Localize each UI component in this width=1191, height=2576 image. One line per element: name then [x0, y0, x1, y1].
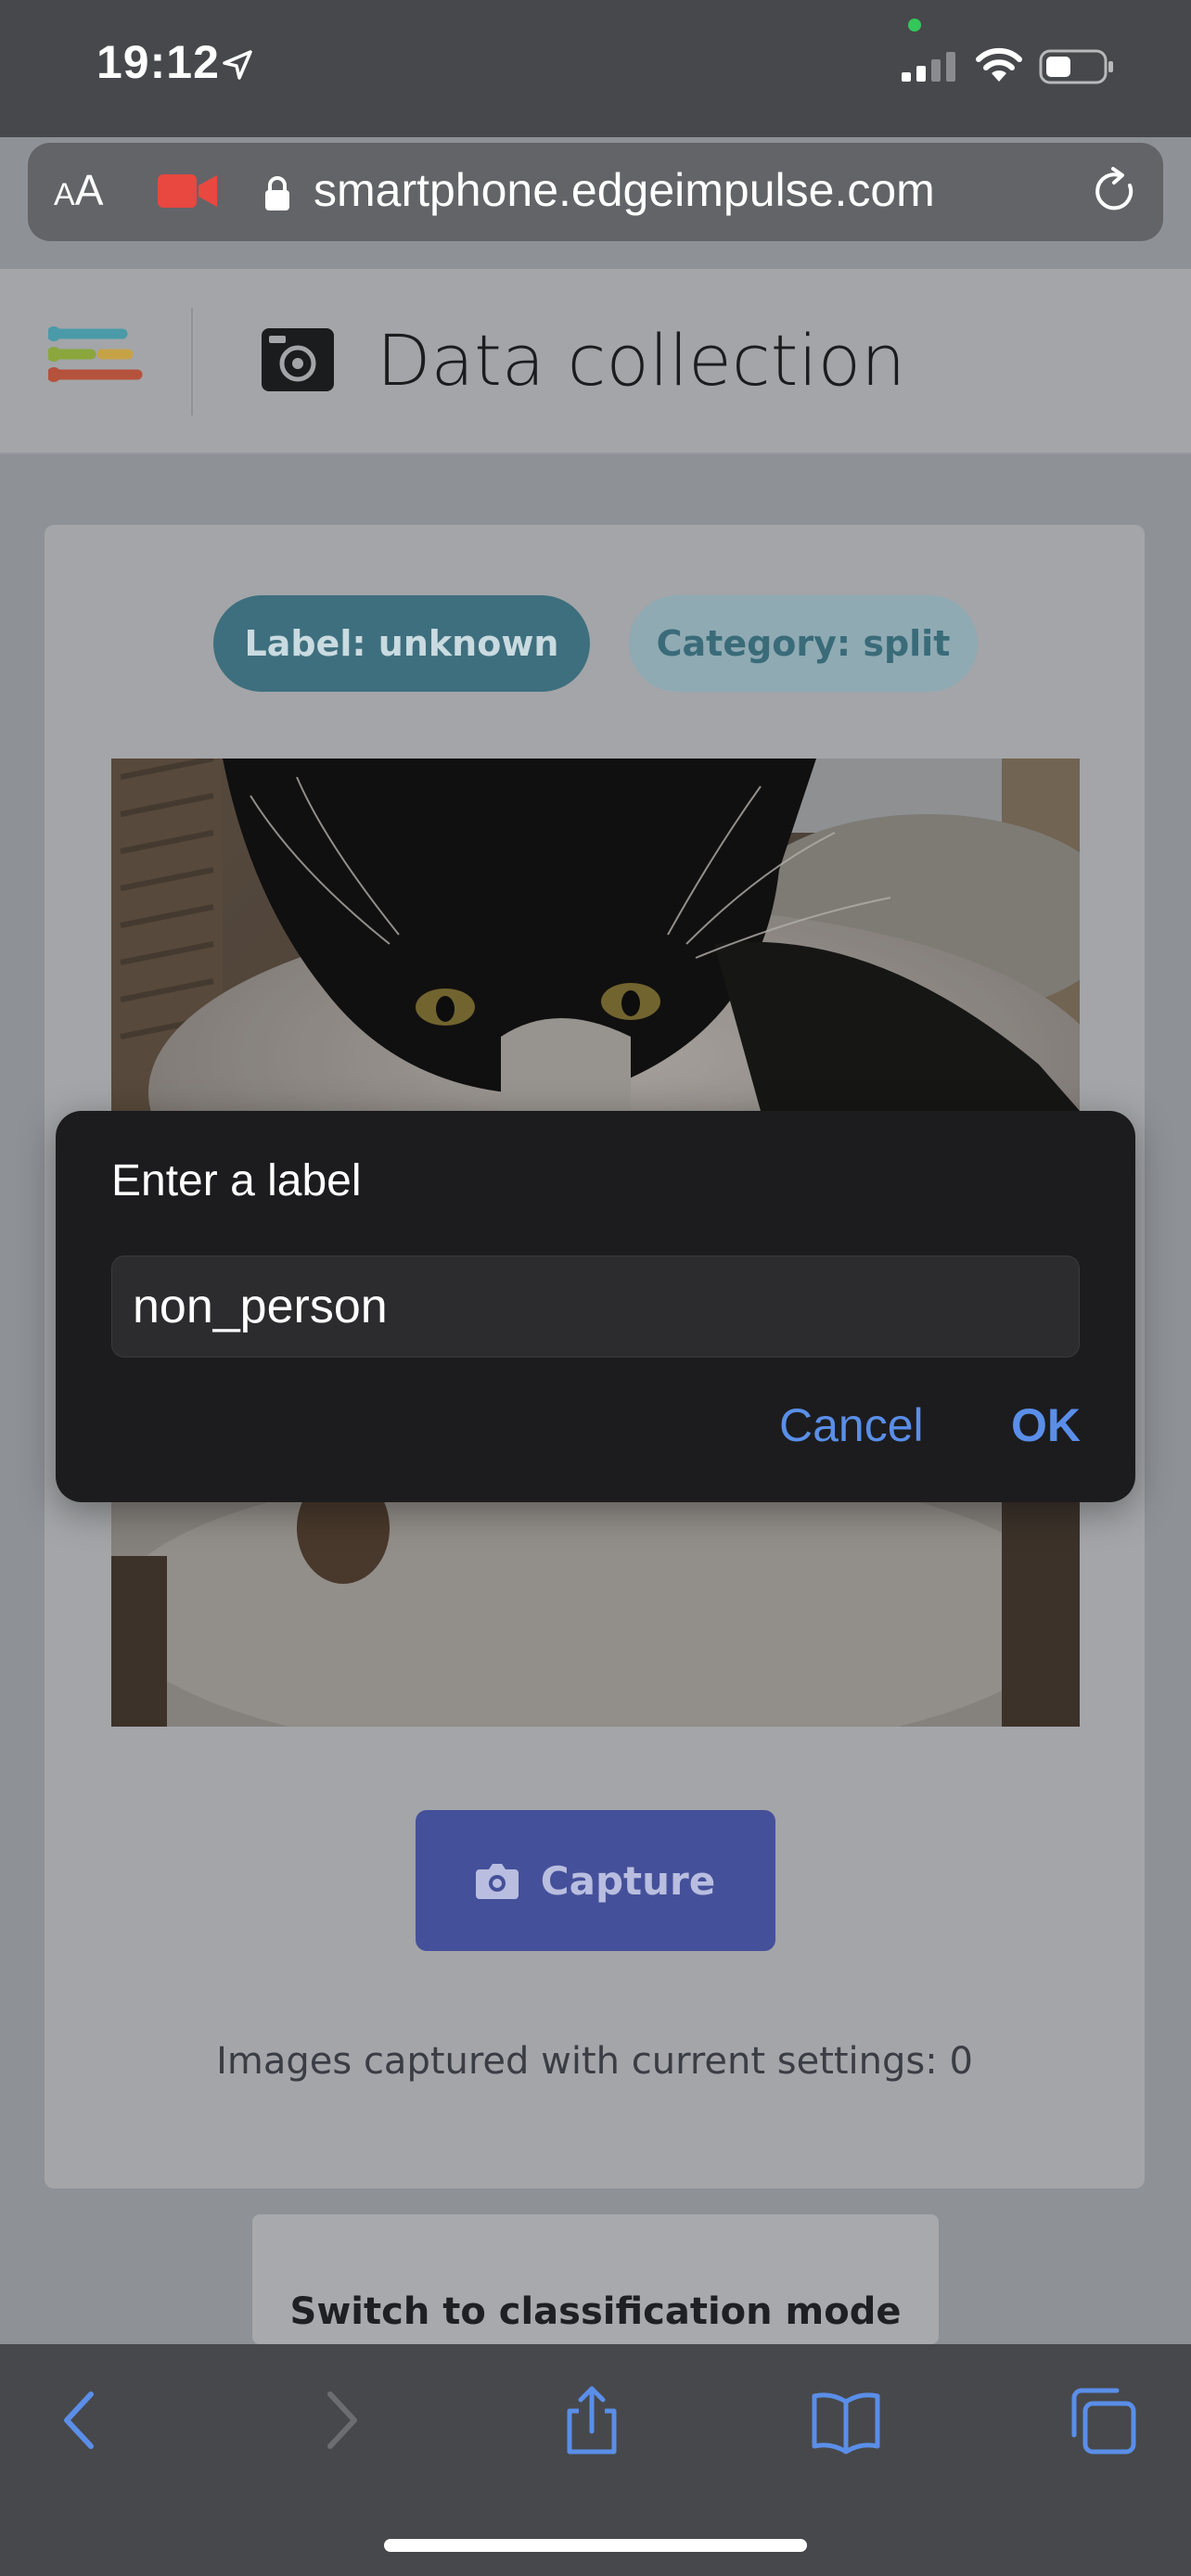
aa-big: A — [74, 166, 104, 214]
edge-impulse-logo[interactable] — [48, 326, 145, 393]
reload-icon[interactable] — [1093, 167, 1139, 217]
camera-icon — [262, 328, 334, 391]
header-divider — [191, 308, 193, 415]
reader-aa-button[interactable]: AA — [54, 165, 103, 215]
wifi-icon — [976, 47, 1022, 82]
signal-icon — [902, 52, 955, 82]
camera-in-use-indicator — [908, 19, 921, 32]
home-indicator[interactable] — [384, 2539, 807, 2552]
lock-icon — [265, 176, 289, 210]
share-icon[interactable] — [555, 2383, 629, 2457]
camera-recording-icon[interactable] — [158, 172, 219, 210]
capture-button[interactable]: Capture — [416, 1810, 775, 1951]
dialog-title: Enter a label — [111, 1156, 362, 1205]
forward-icon[interactable] — [302, 2383, 377, 2457]
switch-classification-mode-button[interactable]: Switch to classification mode — [252, 2214, 939, 2344]
tabs-icon[interactable] — [1065, 2383, 1139, 2457]
location-arrow-icon — [223, 50, 252, 80]
capture-button-label: Capture — [540, 1857, 716, 1904]
page-title: Data collection — [377, 319, 906, 402]
label-input[interactable]: non_person — [111, 1256, 1080, 1358]
url-text[interactable]: smartphone.edgeimpulse.com — [314, 163, 935, 217]
aa-small: A — [54, 177, 75, 212]
images-captured-count: Images captured with current settings: 0 — [216, 2040, 973, 2083]
battery-icon — [1039, 49, 1113, 84]
bookmarks-icon[interactable] — [809, 2383, 883, 2457]
ok-button[interactable]: OK — [1011, 1398, 1081, 1452]
category-pill[interactable]: Category: split — [629, 595, 978, 692]
camera-icon — [475, 1864, 519, 1899]
back-icon[interactable] — [45, 2383, 119, 2457]
label-pill[interactable]: Label: unknown — [213, 595, 590, 692]
cancel-button[interactable]: Cancel — [779, 1398, 924, 1452]
status-time: 19:12 — [96, 36, 220, 88]
